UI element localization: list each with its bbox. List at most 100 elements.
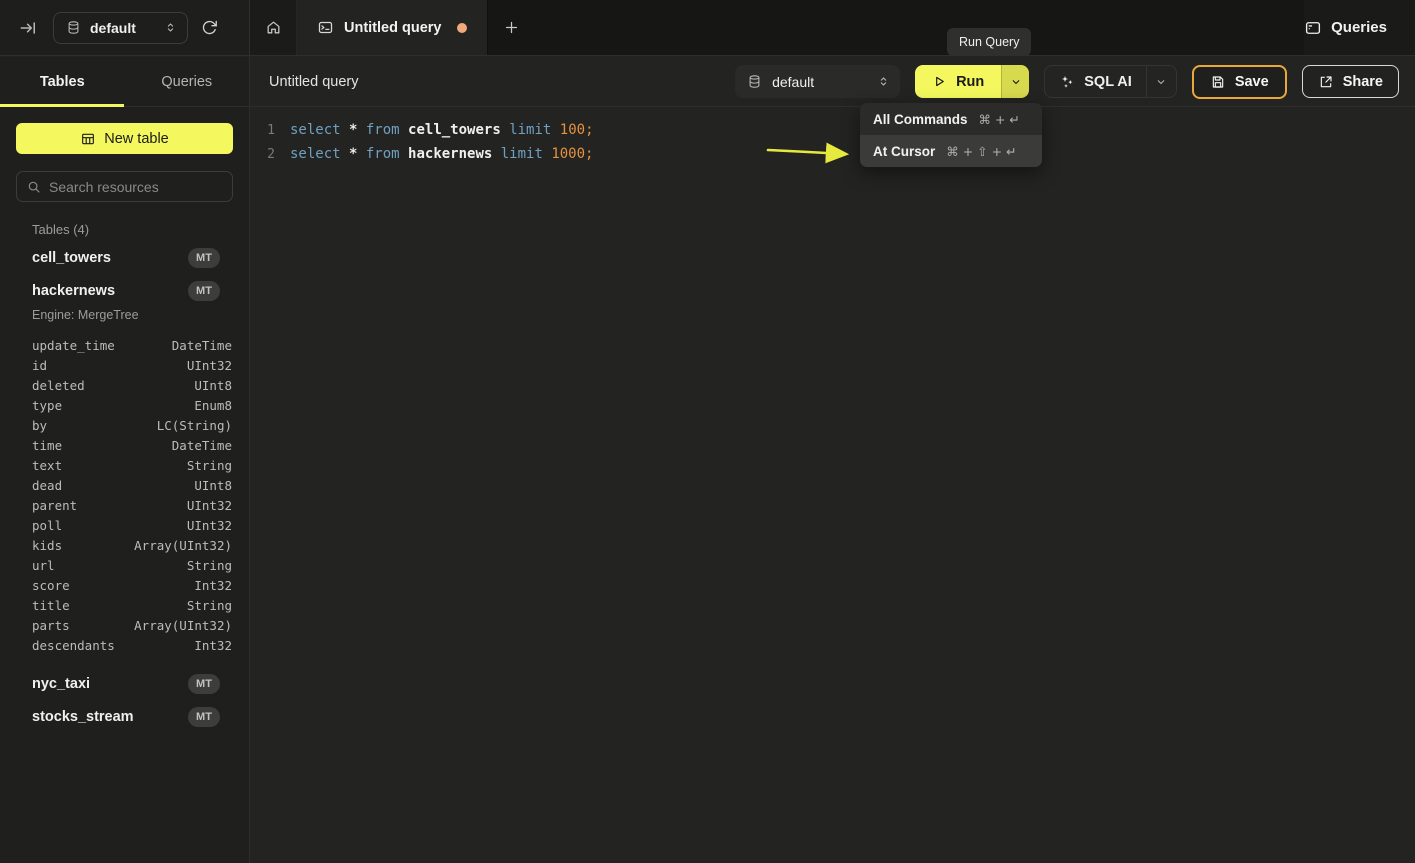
tab-untitled-query[interactable]: Untitled query [297, 0, 488, 55]
line-number: 1 [251, 123, 275, 138]
sql-token: ; [585, 146, 593, 162]
column-row: kidsArray(UInt32) [0, 535, 249, 555]
column-row: dead UInt8 [0, 475, 249, 495]
engine-badge: MT [188, 674, 220, 694]
column-type: DateTime [172, 438, 232, 453]
sql-ai-split-button: SQL AI [1044, 65, 1177, 98]
new-table-label: New table [104, 131, 168, 147]
column-row: idUInt32 [0, 355, 249, 375]
save-button[interactable]: Save [1192, 65, 1287, 99]
topbar-left-section: default [0, 0, 250, 55]
table-list: cell_towersMThackernewsMTEngine: MergeTr… [0, 247, 249, 728]
sql-token: cell_towers [408, 122, 509, 138]
table-row[interactable]: nyc_taxi MT [0, 673, 249, 695]
new-tab-button[interactable] [488, 0, 534, 55]
unsaved-dot [457, 23, 467, 33]
database-select[interactable]: default [53, 12, 188, 44]
column-row: poll UInt32 [0, 515, 249, 535]
column-name: text [32, 458, 62, 473]
engine-badge: MT [188, 707, 220, 727]
sidebar-tab-queries[interactable]: Queries [125, 57, 250, 106]
queries-button-label: Queries [1331, 19, 1387, 36]
search-box[interactable] [16, 171, 233, 202]
table-row[interactable]: cell_towersMT [0, 247, 249, 269]
column-type: Int32 [194, 578, 232, 593]
column-name: dead [32, 478, 62, 493]
table-row[interactable]: stocks_streamMT [0, 706, 249, 728]
share-icon [1318, 74, 1334, 90]
column-name: descendants [32, 638, 115, 653]
sidebar: Tables Queries New table Tabl [0, 57, 250, 863]
column-type: UInt8 [194, 378, 232, 393]
run-menu-item[interactable]: All Commands⌘ + ↵ [860, 103, 1042, 135]
column-type: UInt32 [187, 498, 232, 513]
plus-icon [503, 19, 520, 36]
column-name: update_time [32, 338, 115, 353]
sql-ai-caret[interactable] [1146, 66, 1176, 97]
table-row[interactable]: hackernewsMT [0, 280, 249, 302]
sql-token: 1000 [551, 146, 585, 162]
column-row: textString [0, 455, 249, 475]
search-resources-input[interactable] [49, 179, 230, 195]
column-type: UInt8 [194, 478, 232, 493]
column-type: LC(String) [157, 418, 232, 433]
column-row: by LC(String) [0, 415, 249, 435]
column-name: score [32, 578, 70, 593]
queries-button[interactable]: Queries [1304, 19, 1387, 37]
sql-token: from [366, 122, 408, 138]
sql-ai-button[interactable]: SQL AI [1045, 66, 1146, 97]
column-name: time [32, 438, 62, 453]
query-toolbar: Untitled query default [251, 57, 1415, 107]
terminal-icon [317, 19, 334, 36]
table-name: nyc_taxi [32, 676, 90, 692]
column-type: Int32 [194, 638, 232, 653]
sql-ai-label: SQL AI [1084, 74, 1132, 90]
sidebar-tab-tables[interactable]: Tables [0, 57, 125, 106]
sql-token: limit [501, 146, 552, 162]
column-row: update_timeDateTime [0, 335, 249, 355]
sparkles-icon [1059, 74, 1075, 90]
column-name: kids [32, 538, 62, 553]
share-button[interactable]: Share [1302, 65, 1399, 98]
new-table-button[interactable]: New table [16, 123, 233, 154]
play-icon [932, 74, 947, 89]
tab-home[interactable] [250, 0, 297, 55]
run-options-caret[interactable] [1001, 65, 1029, 98]
collapse-sidebar-icon[interactable] [18, 18, 38, 38]
run-button[interactable]: Run [915, 65, 1001, 98]
sidebar-tabs: Tables Queries [0, 57, 249, 107]
sql-editor[interactable]: 1select * from cell_towers limit 100;2se… [251, 107, 1415, 166]
engine-badge: MT [188, 248, 220, 268]
top-bar: default [0, 0, 1415, 56]
column-row: partsArray(UInt32) [0, 615, 249, 635]
column-name: poll [32, 518, 62, 533]
run-menu: All Commands⌘ + ↵At Cursor⌘ + ⇧ + ↵ [860, 103, 1042, 167]
column-type: UInt32 [187, 518, 232, 533]
column-row: typeEnum8 [0, 395, 249, 415]
run-menu-item[interactable]: At Cursor⌘ + ⇧ + ↵ [860, 135, 1042, 167]
sql-console-app: default [0, 0, 1415, 863]
toolbar-actions: default Run [735, 65, 1399, 99]
column-type: Enum8 [194, 398, 232, 413]
column-row: descendants Int32 [0, 635, 249, 655]
column-row: parentUInt32 [0, 495, 249, 515]
refresh-icon[interactable] [201, 19, 218, 36]
run-split-button: Run [915, 65, 1029, 98]
code-line: 2select * from hackernews limit 1000; [251, 142, 1415, 166]
sidebar-tab-queries-label: Queries [161, 74, 212, 90]
run-query-tooltip: Run Query [947, 28, 1031, 56]
column-name: by [32, 418, 47, 433]
query-title: Untitled query [269, 74, 358, 90]
sql-token: select [290, 146, 349, 162]
toolbar-database-value: default [772, 74, 867, 90]
run-menu-item-shortcut: ⌘ + ⇧ + ↵ [946, 144, 1016, 159]
share-button-label: Share [1343, 74, 1383, 90]
tables-section-label: Tables (4) [32, 222, 249, 237]
sql-token: ; [585, 122, 593, 138]
tab-label: Untitled query [344, 20, 441, 36]
line-number: 2 [251, 147, 275, 162]
database-icon [66, 20, 81, 35]
toolbar-database-select[interactable]: default [735, 65, 900, 98]
column-name: url [32, 558, 55, 573]
main-panel: Untitled query default [251, 57, 1415, 863]
